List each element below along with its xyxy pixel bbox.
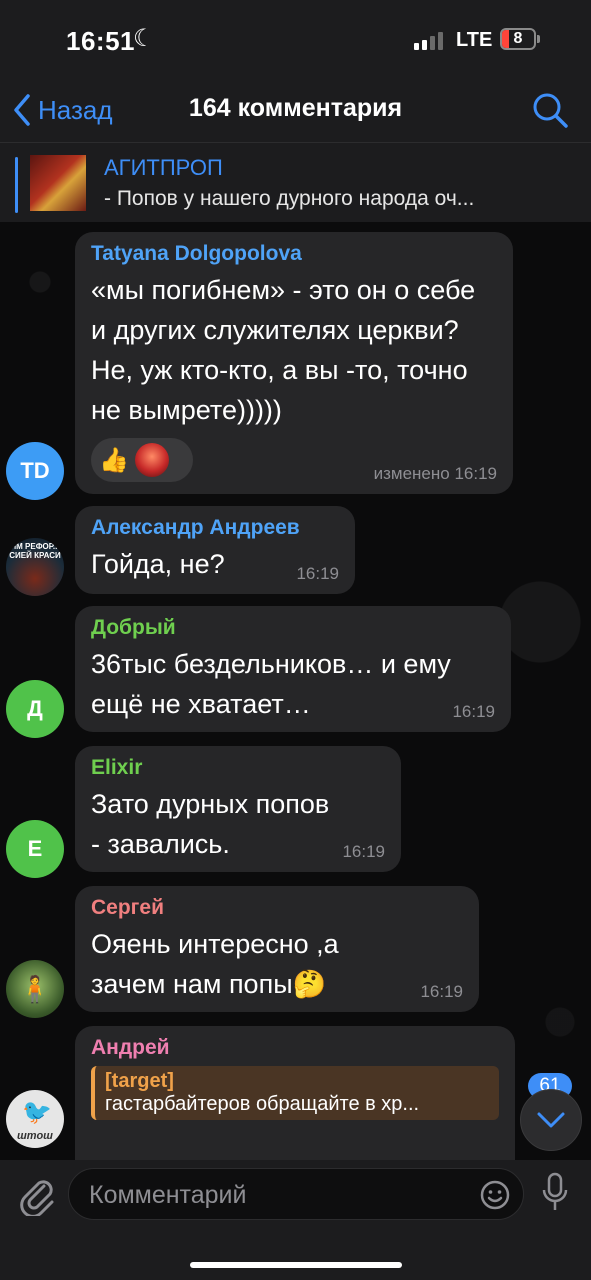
sticker-button[interactable] [479, 1179, 511, 1216]
pinned-thumbnail [30, 155, 86, 211]
scroll-down-button[interactable] [520, 1089, 582, 1151]
message-time: изменено 16:19 [373, 464, 497, 483]
reply-text: гастарбайтеров обращайте в хр... [105, 1093, 420, 1115]
message-time: 16:19 [452, 702, 495, 721]
paperclip-icon [20, 1180, 54, 1218]
message-text: Зато дурных попов - завались. [91, 789, 330, 859]
message-author: Elixir [91, 756, 143, 779]
avatar[interactable]: TD [6, 442, 64, 500]
message-author: Александр Андреев [91, 516, 300, 539]
person-avatar-icon: 🧍 [18, 973, 52, 1004]
search-button[interactable] [530, 90, 570, 135]
message-bubble[interactable]: Сергей Ояень интересно ,а зачем нам попы… [75, 886, 479, 1012]
attach-button[interactable] [16, 1172, 56, 1221]
battery-tip [537, 35, 540, 43]
avatar-initials: E [27, 836, 43, 861]
message-text: Ояень интересно ,а зачем нам попы🤔 [91, 929, 339, 999]
smiley-icon [480, 1180, 510, 1210]
pinned-text: - Попов у нашего дурного народа оч... [104, 187, 475, 210]
chevron-down-icon [537, 1112, 565, 1128]
reply-author: [target] [105, 1070, 174, 1092]
avatar[interactable]: E [6, 820, 64, 878]
battery-level: 8 [513, 30, 523, 47]
message-time: 16:19 [342, 842, 385, 861]
message-text: 36тыс бездельников… и ему ещё не хватает… [91, 649, 451, 719]
avatar-initials: Д [27, 696, 43, 721]
search-icon [533, 93, 568, 128]
message-bubble[interactable]: Добрый 36тыс бездельников… и ему ещё не … [75, 606, 511, 732]
pinned-post[interactable]: АГИТПРОП - Попов у нашего дурного народа… [0, 142, 591, 223]
message-bubble[interactable]: Tatyana Dolgopolova «мы погибнем» - это … [75, 232, 513, 494]
pinned-accent-bar [15, 157, 18, 213]
moon-icon: ☾ [133, 25, 155, 52]
status-bar: 16:51 ☾ LTE 8 [0, 0, 591, 80]
reply-quote[interactable]: [target] гастарбайтеров обращайте в хр..… [91, 1066, 499, 1120]
message-text: «мы погибнем» - это он о себе и других с… [91, 275, 476, 425]
chat-area[interactable]: Tatyana Dolgopolova «мы погибнем» - это … [0, 222, 591, 1160]
avatar[interactable]: 🧍 [6, 960, 64, 1018]
nav-bar: Назад 164 комментария [0, 80, 591, 142]
message-author: Сергей [91, 896, 165, 919]
status-time: 16:51 [66, 26, 135, 56]
avatar[interactable]: Д [6, 680, 64, 738]
battery-icon: 8 [500, 28, 536, 50]
avatar[interactable]: 🐦 штош [6, 1090, 64, 1148]
message-bubble[interactable]: Андрей [target] гастарбайтеров обращайте… [75, 1026, 515, 1160]
avatar-image-caption: штош [17, 1130, 53, 1142]
avatar-image-caption: ИМ РЕФОР... СИЕЙ КРАСИ [9, 542, 61, 560]
avatar-initials: TD [20, 458, 50, 483]
microphone-icon [542, 1172, 568, 1210]
message-author: Tatyana Dolgopolova [91, 242, 302, 265]
voice-button[interactable] [540, 1172, 570, 1219]
message-bubble[interactable]: Александр Андреев Гойда, не? 16:19 [75, 506, 355, 594]
message-author: Добрый [91, 616, 176, 639]
message-time: 16:19 [296, 564, 339, 583]
message-bubble[interactable]: Elixir Зато дурных попов - завались. 16:… [75, 746, 401, 872]
comment-placeholder: Комментарий [89, 1181, 247, 1209]
network-type: LTE [456, 29, 493, 51]
page-title: 164 комментария [188, 94, 403, 122]
home-indicator [190, 1262, 402, 1268]
signal-icon [414, 32, 443, 50]
message-time: 16:19 [420, 982, 463, 1001]
avatar[interactable]: ИМ РЕФОР... СИЕЙ КРАСИ [6, 538, 64, 596]
thumbs-up-reaction[interactable]: 👍 [99, 446, 129, 475]
comment-input[interactable]: Комментарий [68, 1168, 524, 1220]
message-author: Андрей [91, 1036, 170, 1059]
rose-reaction[interactable] [134, 443, 169, 477]
bird-avatar-icon: 🐦 [22, 1099, 52, 1126]
pinned-channel-name: АГИТПРОП [104, 155, 223, 180]
reactions-bar[interactable]: 👍 [91, 438, 193, 482]
